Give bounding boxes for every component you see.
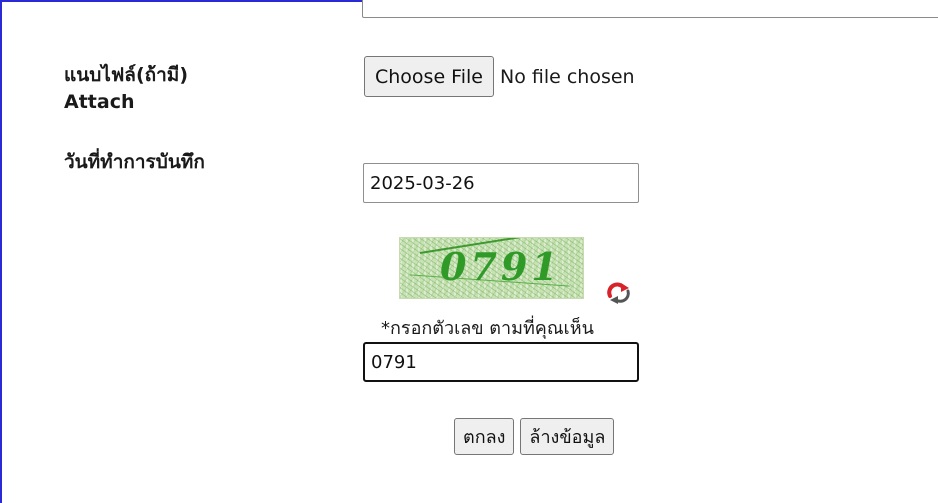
- record-date-label: วันที่ทำการบันทึก: [64, 151, 205, 173]
- form-actions: ตกลง ล้างข้อมูล: [454, 418, 615, 455]
- choose-file-button[interactable]: Choose File: [364, 56, 494, 97]
- file-input[interactable]: Choose File No file chosen: [364, 56, 635, 97]
- previous-field-input[interactable]: [362, 0, 938, 18]
- reset-button[interactable]: ล้างข้อมูล: [520, 418, 615, 455]
- captcha-instruction: *กรอกตัวเลข ตามที่คุณเห็น: [381, 318, 594, 339]
- captcha-image: 0791: [399, 237, 584, 299]
- form-page: แนบไฟล์(ถ้ามี) Attach Choose File No fil…: [0, 0, 938, 503]
- captcha-code-text: 0791: [440, 244, 562, 289]
- file-status-text: No file chosen: [499, 65, 635, 88]
- record-date-input[interactable]: [363, 163, 639, 203]
- submit-button[interactable]: ตกลง: [454, 418, 515, 455]
- attach-label: แนบไฟล์(ถ้ามี) Attach: [64, 62, 188, 115]
- refresh-icon[interactable]: [606, 282, 632, 304]
- attach-label-thai: แนบไฟล์(ถ้ามี): [64, 64, 189, 86]
- captcha-input[interactable]: [363, 342, 639, 382]
- attach-label-english: Attach: [64, 90, 135, 113]
